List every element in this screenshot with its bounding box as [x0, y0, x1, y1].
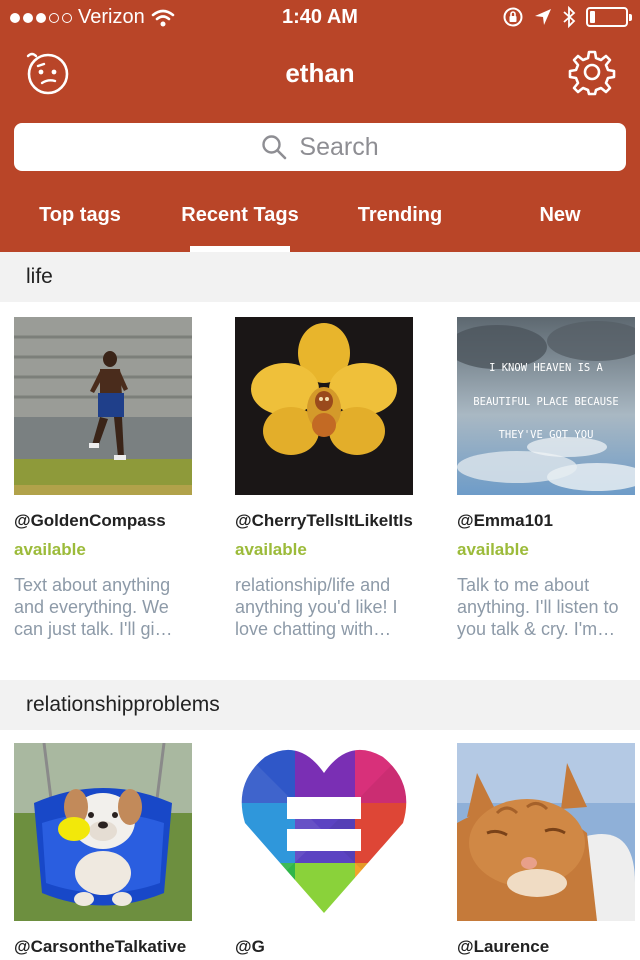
status-right	[502, 6, 632, 28]
app-header: Verizon 1:40 AM ethan Search Top tags Re…	[0, 0, 640, 252]
tab-trending[interactable]: Trending	[320, 190, 480, 252]
location-arrow-icon	[535, 9, 551, 25]
bluetooth-icon	[563, 6, 576, 28]
search-input[interactable]: Search	[14, 123, 626, 171]
tab-recent-tags[interactable]: Recent Tags	[160, 190, 320, 252]
battery-level-fill	[590, 11, 595, 23]
tab-top-tags[interactable]: Top tags	[0, 190, 160, 252]
user-photo-cat	[457, 743, 635, 921]
user-photo-sky-quote: I KNOW HEAVEN IS A BEAUTIFUL PLACE BECAU…	[457, 317, 635, 495]
tab-label: New	[539, 204, 581, 226]
user-photo-runner	[14, 317, 192, 495]
user-card[interactable]: @CarsontheTalkative	[14, 743, 192, 957]
tab-label: Top tags	[39, 204, 121, 226]
battery-icon	[586, 7, 632, 27]
tab-label: Recent Tags	[181, 204, 299, 226]
image-text-line: BEAUTIFUL PLACE BECAUSE	[473, 396, 618, 408]
search-icon	[262, 135, 287, 160]
settings-button[interactable]	[568, 48, 616, 96]
card-username: @CarsontheTalkative	[14, 937, 187, 956]
section-header-relationshipproblems: relationshipproblems	[0, 680, 640, 730]
card-username: @Emma101	[457, 511, 553, 530]
card-username: @CherryTellsItLikeItIs	[235, 511, 413, 530]
card-username: @Laurence	[457, 937, 550, 956]
page-title: ethan	[285, 58, 355, 88]
card-description: Text about anything and everything. We c…	[14, 575, 173, 639]
image-text-line: THEY'VE GOT YOU	[499, 429, 594, 441]
orientation-lock-icon	[503, 7, 523, 27]
tab-new[interactable]: New	[480, 190, 640, 252]
availability-status: available	[14, 540, 86, 559]
availability-status: available	[457, 540, 529, 559]
section-header-life: life	[0, 252, 640, 302]
gear-icon	[568, 50, 616, 96]
availability-status: available	[235, 540, 307, 559]
search-placeholder: Search	[299, 132, 379, 161]
user-card[interactable]: @G	[235, 743, 413, 957]
user-card[interactable]: @Laurence	[457, 743, 635, 957]
nav-bar: ethan	[0, 36, 640, 112]
user-card[interactable]: @GoldenCompass available Text about anyt…	[14, 317, 192, 640]
tag-tabs: Top tags Recent Tags Trending New	[0, 190, 640, 252]
card-description: relationship/life and anything you'd lik…	[235, 575, 398, 639]
user-card[interactable]: @CherryTellsItLikeItIs available relatio…	[235, 317, 413, 640]
tab-label: Trending	[357, 204, 443, 226]
user-photo-orchid	[235, 317, 413, 495]
status-bar: Verizon 1:40 AM	[0, 0, 640, 36]
card-username: @G	[235, 937, 265, 956]
user-photo-bulldog	[14, 743, 192, 921]
card-description: Talk to me about anything. I'll listen t…	[457, 575, 619, 639]
card-username: @GoldenCompass	[14, 511, 166, 530]
user-card[interactable]: I KNOW HEAVEN IS A BEAUTIFUL PLACE BECAU…	[457, 317, 635, 640]
image-text-line: I KNOW HEAVEN IS A	[489, 362, 603, 374]
user-photo-equality-heart	[235, 743, 413, 921]
